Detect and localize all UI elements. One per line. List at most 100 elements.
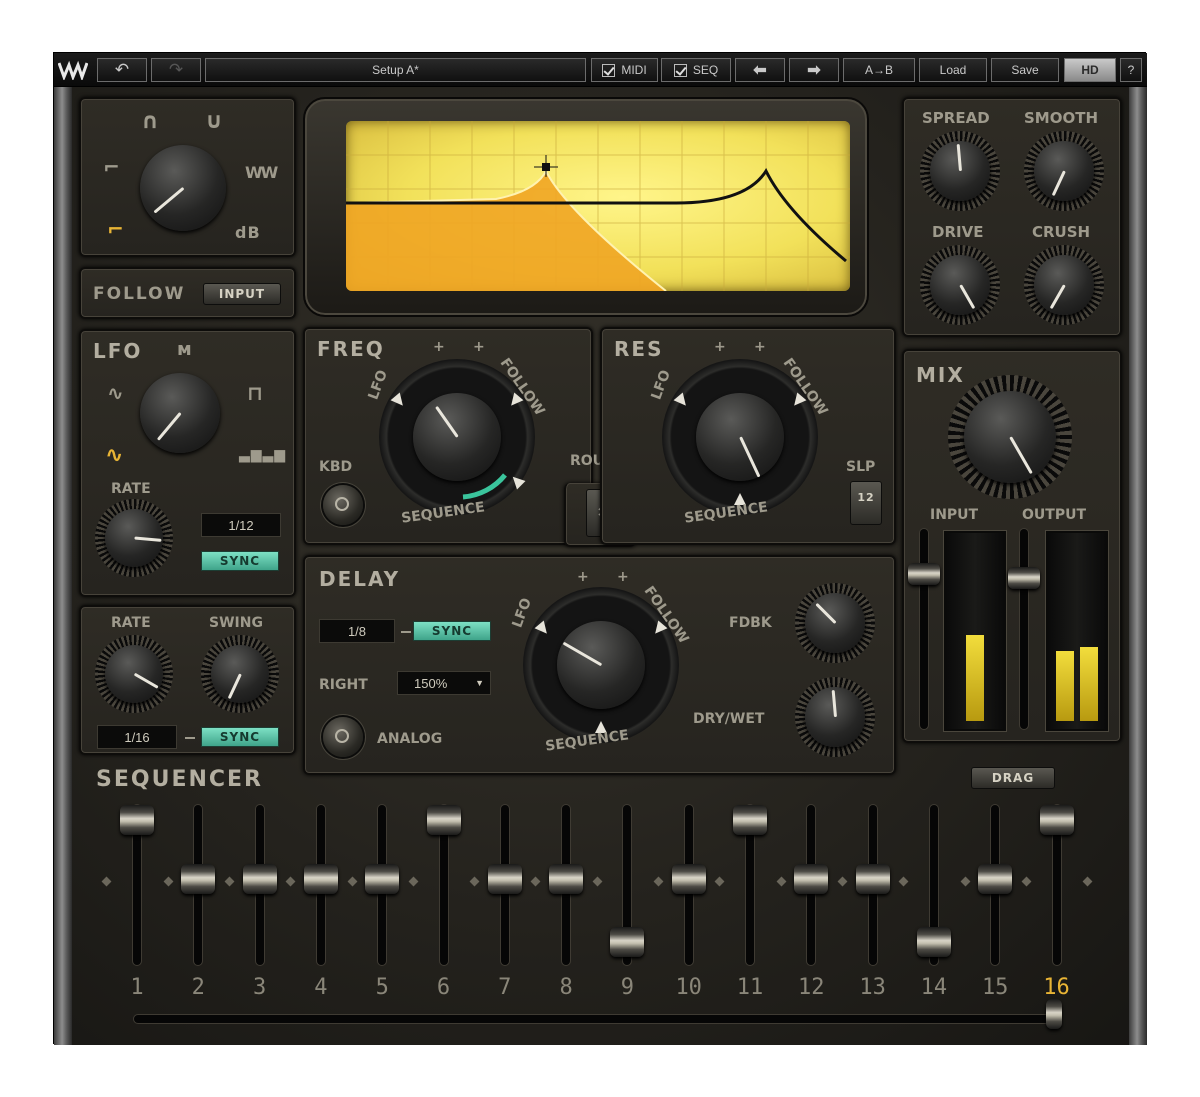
help-button[interactable]: ? [1120,58,1142,82]
input-meter [944,531,1006,731]
crush-knob[interactable] [1024,245,1104,325]
step-number-1: 1 [130,975,144,1000]
lfo-sync-button[interactable]: SYNC [201,551,279,571]
delay-time-value[interactable]: 1/8 [319,619,395,643]
analog-button[interactable] [323,717,363,757]
delay-sync-dash [401,631,411,633]
lfo-rate-value[interactable]: 1/12 [201,513,281,537]
seq-sync-button[interactable]: SYNC [201,727,279,747]
seq-rate-label: RATE [111,615,151,631]
hd-button[interactable]: HD [1064,58,1116,82]
delay-sync-button[interactable]: SYNC [413,621,491,641]
step-center-marker [714,876,725,887]
arrow-left-icon: ⬅ [753,62,767,79]
step-fader-4[interactable] [303,863,338,894]
random-wave-icon: ▃▆▃▆ [239,447,287,463]
delay-right-value: 150% [414,675,448,691]
slope-selector[interactable]: 12 [850,481,882,525]
smooth-knob[interactable] [1024,131,1104,211]
step-number-4: 4 [314,975,328,1000]
lfo-shape-knob[interactable] [138,371,222,455]
output-gain-slot [1020,529,1028,729]
sequencer-steps: 1 2 3 4 5 6 7 8 9 10 11 12 13 14 15 16 [79,787,1122,1037]
waves-logo[interactable] [57,60,89,82]
left-rail [54,87,72,1045]
seq-rate-knob[interactable] [95,635,173,713]
step-fader-10[interactable] [671,863,706,894]
comb-shape-icon: WW [245,163,278,182]
step-fader-13[interactable] [855,863,890,894]
output-meter-bar-left [1056,651,1074,721]
preset-name-field[interactable]: Setup A* [205,58,586,82]
step-number-15: 15 [981,975,1009,1000]
filter-type-knob[interactable] [136,141,230,235]
input-gain-fader[interactable] [908,563,940,585]
output-meter-bar-right [1080,647,1098,721]
ab-compare-button[interactable]: A→B [843,58,915,82]
save-label: Save [1011,63,1039,77]
midi-label: MIDI [621,63,647,77]
midi-toggle[interactable]: MIDI [591,58,658,82]
step-fader-11[interactable] [733,805,767,835]
step-center-marker [653,876,664,887]
fdbk-knob[interactable] [795,583,875,663]
seq-sync-dash [185,737,195,739]
ramp-wave-icon: ᴍ [177,339,193,360]
sequence-position-handle[interactable] [1046,999,1062,1029]
step-number-8: 8 [559,975,573,1000]
midi-checkbox[interactable] [602,63,616,77]
step-fader-12[interactable] [794,863,829,894]
step-fader-14[interactable] [916,927,951,957]
step-fader-1[interactable] [120,805,154,835]
drywet-knob[interactable] [795,677,875,757]
step-center-marker [224,876,235,887]
step-fader-3[interactable] [242,863,277,894]
step-fader-6[interactable] [426,805,461,835]
seq-rate-value[interactable]: 1/16 [97,725,177,749]
follow-mode-button[interactable]: INPUT [203,283,281,305]
lfo-rate-text: 1/12 [228,517,254,533]
load-button[interactable]: Load [919,58,987,82]
drive-knob[interactable] [920,245,1000,325]
freq-label: FREQ [317,337,385,361]
step-number-10: 10 [675,975,702,1000]
lowpass-shape-icon: ⌐ [103,155,121,179]
lfo-rate-knob[interactable] [95,499,173,577]
seq-swing-knob[interactable] [201,635,279,713]
step-fader-16[interactable] [1039,805,1074,835]
step-fader-15[interactable] [978,863,1013,894]
drive-label: DRIVE [932,223,984,241]
step-fader-7[interactable] [487,863,522,894]
step-fader-5[interactable] [365,863,400,894]
output-gain-fader[interactable] [1008,567,1040,589]
drag-button[interactable]: DRAG [971,767,1055,789]
preset-name: Setup A* [372,63,419,77]
filter-type-panel: ∩ ∪ ⌐ WW ⌐ dB [79,97,296,257]
character-panel: SPREAD SMOOTH DRIVE CRUSH [902,97,1122,337]
delay-sync-label: SYNC [431,624,473,638]
step-fader-8[interactable] [549,863,584,894]
hd-label: HD [1081,63,1099,77]
kbd-button[interactable] [323,485,363,525]
follow-mode-value: INPUT [218,287,266,301]
save-button[interactable]: Save [991,58,1059,82]
prev-preset-button[interactable]: ⬅ [735,58,785,82]
step-fader-9[interactable] [610,927,645,957]
res-lfo-label: LFO [648,367,674,403]
delay-right-dropdown[interactable]: 150% ▼ [397,671,491,695]
seq-checkbox[interactable] [673,63,687,77]
spread-knob[interactable] [920,131,1000,211]
step-fader-2[interactable] [181,863,216,894]
redo-button[interactable]: ↷ [151,58,201,82]
step-number-9: 9 [620,975,635,1000]
input-gain-slot [920,529,928,729]
seq-toggle[interactable]: SEQ [661,58,731,82]
step-center-marker [837,876,848,887]
next-preset-button[interactable]: ➡ [789,58,839,82]
mix-knob[interactable] [948,375,1072,499]
cutoff-handle[interactable] [534,155,558,177]
undo-button[interactable]: ↶ [97,58,147,82]
filter-response-screen[interactable] [346,121,850,291]
lfo-label: LFO [93,339,143,363]
step-number-6: 6 [436,975,451,1000]
